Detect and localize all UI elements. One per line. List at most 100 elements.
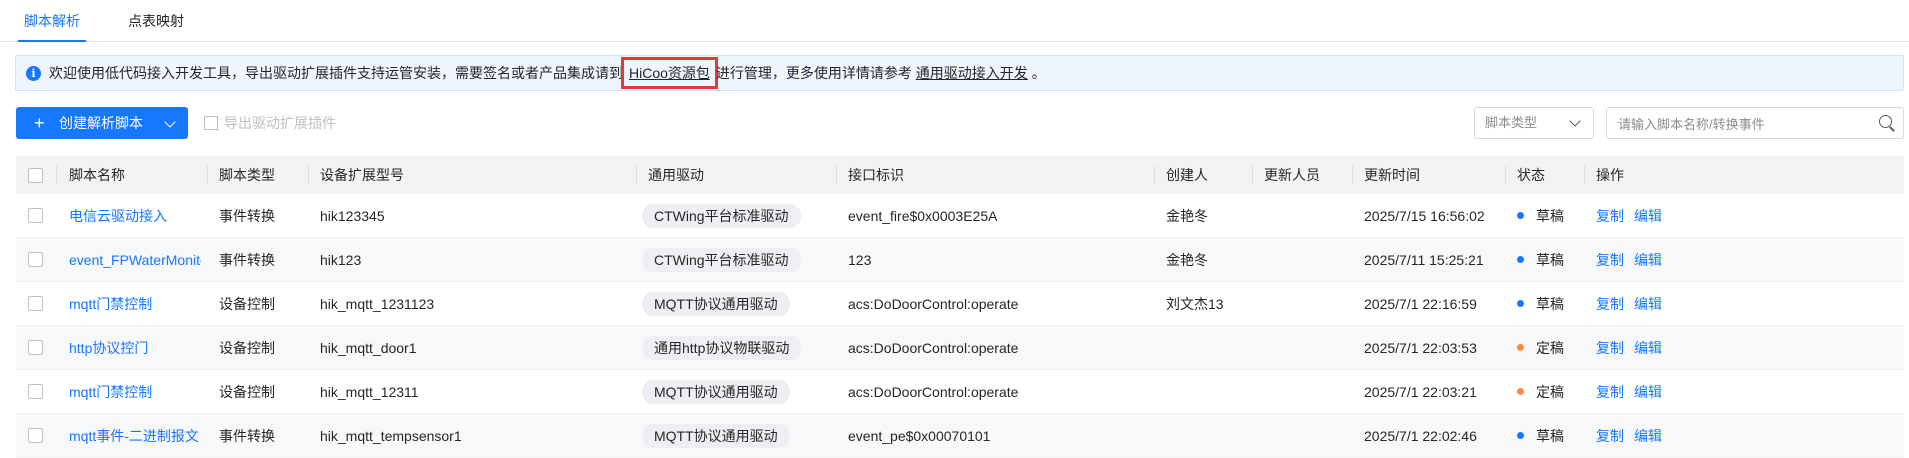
device-model-cell: hik123345	[320, 207, 385, 224]
col-header-interface: 接口标识	[848, 167, 904, 183]
script-name-link[interactable]: event_FPWaterMonitor	[69, 252, 201, 268]
edit-button[interactable]: 编辑	[1634, 294, 1662, 314]
export-plugin-label: 导出驱动扩展插件	[224, 115, 336, 131]
column-divider	[308, 166, 309, 184]
driver-guide-link[interactable]: 通用驱动接入开发	[916, 65, 1028, 81]
export-icon	[204, 112, 221, 144]
plus-icon: +	[34, 113, 45, 133]
column-divider	[1505, 166, 1506, 184]
script-name-link[interactable]: 电信云驱动接入	[69, 206, 167, 226]
script-type-cell: 设备控制	[219, 339, 275, 356]
driver-tag: CTWing平台标准驱动	[642, 203, 801, 228]
script-name-link[interactable]: mqtt门禁控制	[69, 382, 152, 402]
updated-time-cell: 2025/7/1 22:02:46	[1364, 427, 1477, 444]
column-divider	[1584, 166, 1585, 184]
column-divider	[207, 166, 208, 184]
status-dot	[1517, 388, 1524, 395]
table-row: 电信云驱动接入 事件转换 hik123345 CTWing平台标准驱动 even…	[16, 194, 1904, 238]
updated-time-cell: 2025/7/1 22:16:59	[1364, 295, 1477, 312]
edit-button[interactable]: 编辑	[1634, 250, 1662, 270]
copy-button[interactable]: 复制	[1596, 206, 1624, 226]
status-dot	[1517, 256, 1524, 263]
edit-button[interactable]: 编辑	[1634, 382, 1662, 402]
col-header-driver: 通用驱动	[648, 167, 704, 183]
row-checkbox[interactable]	[28, 296, 43, 311]
copy-button[interactable]: 复制	[1596, 382, 1624, 402]
row-checkbox[interactable]	[28, 208, 43, 223]
row-checkbox[interactable]	[28, 252, 43, 267]
interface-id-cell: acs:DoDoorControl:operate	[848, 295, 1019, 312]
edit-button[interactable]: 编辑	[1634, 338, 1662, 358]
select-all-checkbox[interactable]	[28, 167, 43, 183]
tab-script-parse[interactable]: 脚本解析	[18, 0, 86, 42]
status-badge: 定稿	[1517, 326, 1564, 369]
copy-button[interactable]: 复制	[1596, 250, 1624, 270]
script-type-cell: 设备控制	[219, 383, 275, 400]
script-name-link[interactable]: mqtt门禁控制	[69, 294, 152, 314]
device-model-cell: hik_mqtt_door1	[320, 339, 417, 356]
driver-tag: MQTT协议通用驱动	[642, 379, 790, 404]
creator-cell: 金艳冬	[1166, 251, 1208, 268]
row-checkbox[interactable]	[28, 340, 43, 355]
table-row: http协议控门 设备控制 hik_mqtt_door1 通用http协议物联驱…	[16, 326, 1904, 370]
status-label: 草稿	[1536, 295, 1564, 312]
tab-point-mapping[interactable]: 点表映射	[128, 0, 184, 41]
row-checkbox[interactable]	[28, 428, 43, 443]
device-model-cell: hik_mqtt_12311	[320, 383, 419, 400]
interface-id-cell: acs:DoDoorControl:operate	[848, 383, 1019, 400]
col-header-type: 脚本类型	[219, 167, 275, 183]
interface-id-cell: event_fire$0x0003E25A	[848, 207, 998, 224]
script-type-cell: 事件转换	[219, 427, 275, 444]
script-name-link[interactable]: mqtt事件-二进制报文	[69, 426, 199, 446]
column-divider	[1352, 166, 1353, 184]
col-header-name: 脚本名称	[69, 167, 125, 183]
script-type-select[interactable]: 脚本类型	[1474, 107, 1594, 139]
copy-button[interactable]: 复制	[1596, 294, 1624, 314]
creator-cell: 金艳冬	[1166, 207, 1208, 224]
driver-tag: CTWing平台标准驱动	[642, 247, 801, 272]
status-badge: 定稿	[1517, 370, 1564, 413]
info-icon: i	[26, 66, 41, 81]
table-row: event_FPWaterMonitor 事件转换 hik123 CTWing平…	[16, 238, 1904, 282]
driver-tag: MQTT协议通用驱动	[642, 423, 790, 448]
script-name-link[interactable]: http协议控门	[69, 338, 148, 358]
creator-cell: 刘文杰13	[1166, 295, 1224, 312]
hicoo-resource-link[interactable]: HiCoo资源包	[629, 65, 710, 81]
driver-tag: MQTT协议通用驱动	[642, 291, 790, 316]
search-icon[interactable]	[1879, 115, 1892, 128]
interface-id-cell: event_pe$0x00070101	[848, 427, 991, 444]
banner-text-end: 。	[1031, 65, 1046, 81]
edit-button[interactable]: 编辑	[1634, 206, 1662, 226]
col-header-actions: 操作	[1596, 167, 1624, 183]
edit-button[interactable]: 编辑	[1634, 426, 1662, 446]
status-label: 草稿	[1536, 207, 1564, 224]
chevron-down-icon	[1569, 115, 1581, 127]
status-badge: 草稿	[1517, 414, 1564, 457]
copy-button[interactable]: 复制	[1596, 426, 1624, 446]
info-banner: i 欢迎使用低代码接入开发工具，导出驱动扩展插件支持运管安装，需要签名或者产品集…	[15, 55, 1904, 91]
highlight-box: HiCoo资源包	[621, 57, 718, 89]
script-type-placeholder: 脚本类型	[1485, 115, 1538, 130]
col-header-updater: 更新人员	[1264, 167, 1320, 183]
tab-bar: 脚本解析 点表映射	[0, 0, 1909, 42]
chevron-down-icon	[164, 116, 176, 128]
status-dot	[1517, 344, 1524, 351]
script-type-cell: 事件转换	[219, 251, 275, 268]
table-row: mqtt门禁控制 设备控制 hik_mqtt_1231123 MQTT协议通用驱…	[16, 282, 1904, 326]
copy-button[interactable]: 复制	[1596, 338, 1624, 358]
banner-text-middle: 进行管理，更多使用详情请参考	[715, 65, 912, 81]
row-checkbox[interactable]	[28, 384, 43, 399]
status-badge: 草稿	[1517, 282, 1564, 325]
search-input[interactable]	[1616, 114, 1870, 134]
create-script-button[interactable]: + 创建解析脚本	[16, 107, 188, 139]
table-header: 脚本名称 脚本类型 设备扩展型号 通用驱动 接口标识 创建人 更新人员 更新时间…	[16, 156, 1904, 194]
table-row: mqtt事件-二进制报文 事件转换 hik_mqtt_tempsensor1 M…	[16, 414, 1904, 458]
updated-time-cell: 2025/7/11 15:25:21	[1364, 251, 1484, 268]
search-box	[1606, 107, 1904, 139]
status-dot	[1517, 432, 1524, 439]
export-plugin-button[interactable]: 导出驱动扩展插件	[204, 107, 336, 144]
script-type-cell: 事件转换	[219, 207, 275, 224]
column-divider	[1252, 166, 1253, 184]
table-row: mqtt门禁控制 设备控制 hik_mqtt_12311 MQTT协议通用驱动 …	[16, 370, 1904, 414]
status-label: 定稿	[1536, 383, 1564, 400]
